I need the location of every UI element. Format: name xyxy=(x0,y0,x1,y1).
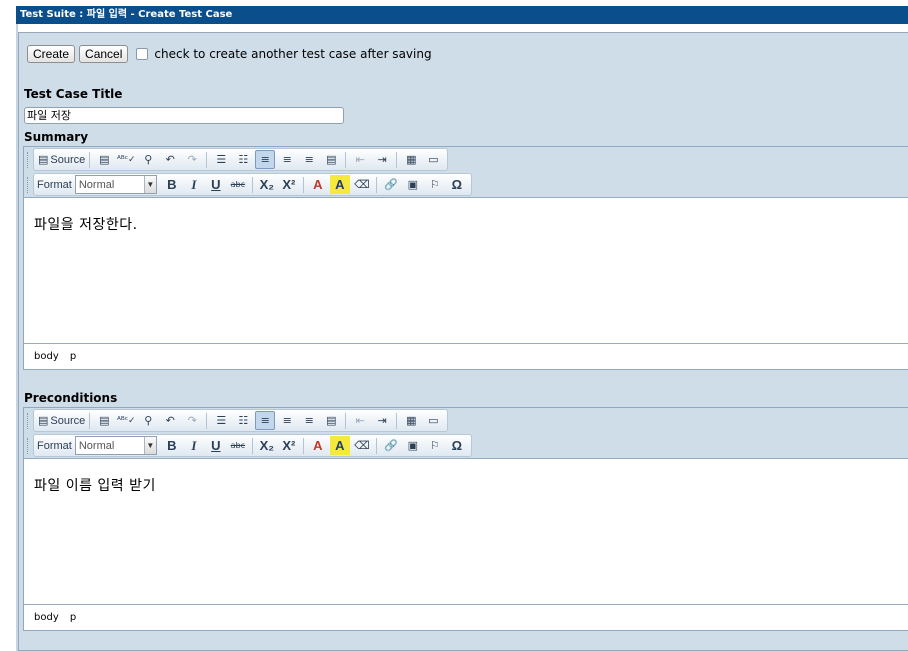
undo-icon[interactable]: ↶ xyxy=(160,150,180,169)
subscript-icon[interactable]: X₂ xyxy=(257,436,277,455)
templates-icon[interactable]: ▤ xyxy=(94,150,114,169)
toolbar-grip xyxy=(27,412,30,429)
horizontal-rule-icon[interactable]: ▭ xyxy=(423,150,443,169)
table-icon[interactable]: ▦ xyxy=(401,150,421,169)
editor-toolbar-row-2: Format Normal ▼ B I U abc X₂ X² A A ⌫ 🔗 … xyxy=(24,433,908,458)
eraser-icon[interactable]: ⌫ xyxy=(352,175,372,194)
page-container: Create Cancel check to create another te… xyxy=(16,24,908,651)
path-body[interactable]: body xyxy=(34,612,59,623)
toolbar-group: ▤ Source ▤ ᴬᴮᶜ✓ ⚲ ↶ ↷ ☰ ☷ ≡ ≡ ≡ ▤ ⇤ ⇥ ▦ … xyxy=(33,409,449,432)
source-icon[interactable]: ▤ Source xyxy=(38,150,85,169)
format-label: Format xyxy=(37,178,72,191)
chevron-down-icon: ▼ xyxy=(143,437,156,454)
summary-label: Summary xyxy=(24,130,89,144)
align-center-icon[interactable]: ≡ xyxy=(277,411,297,430)
strikethrough-icon[interactable]: abc xyxy=(228,436,248,455)
format-label: Format xyxy=(37,439,72,452)
source-icon[interactable]: ▤ Source xyxy=(38,411,85,430)
image-icon[interactable]: ▣ xyxy=(403,436,423,455)
summary-content[interactable]: 파일을 저장한다. xyxy=(24,197,908,343)
find-icon[interactable]: ⚲ xyxy=(138,411,158,430)
indent-icon[interactable]: ⇥ xyxy=(372,411,392,430)
toolbar-grip xyxy=(27,437,30,454)
find-icon[interactable]: ⚲ xyxy=(138,150,158,169)
bold-icon[interactable]: B xyxy=(162,175,182,194)
superscript-icon[interactable]: X² xyxy=(279,175,299,194)
undo-icon[interactable]: ↶ xyxy=(160,411,180,430)
summary-editor: ▤ Source ▤ ᴬᴮᶜ✓ ⚲ ↶ ↷ ☰ ☷ ≡ ≡ ≡ ▤ ⇤ ⇥ ▦ … xyxy=(23,146,908,370)
numbered-list-icon[interactable]: ☰ xyxy=(211,411,231,430)
align-left-icon[interactable]: ≡ xyxy=(255,411,276,430)
justify-icon[interactable]: ▤ xyxy=(321,150,341,169)
redo-icon[interactable]: ↷ xyxy=(182,150,202,169)
cancel-button[interactable]: Cancel xyxy=(79,45,129,63)
subscript-icon[interactable]: X₂ xyxy=(257,175,277,194)
redo-icon[interactable]: ↷ xyxy=(182,411,202,430)
outdent-icon[interactable]: ⇤ xyxy=(350,150,370,169)
editor-toolbar-row-2: Format Normal ▼ B I U abc X₂ X² A A ⌫ 🔗 … xyxy=(24,172,908,197)
text-color-icon[interactable]: A xyxy=(308,436,328,455)
path-p[interactable]: p xyxy=(70,351,76,362)
italic-icon[interactable]: I xyxy=(184,436,204,455)
preconditions-content[interactable]: 파일 이름 입력 받기 xyxy=(24,458,908,604)
chevron-down-icon: ▼ xyxy=(143,176,156,193)
path-p[interactable]: p xyxy=(70,612,76,623)
toolbar-grip xyxy=(27,151,30,168)
editor-toolbar-row-1: ▤ Source ▤ ᴬᴮᶜ✓ ⚲ ↶ ↷ ☰ ☷ ≡ ≡ ≡ ▤ ⇤ ⇥ ▦ … xyxy=(24,408,908,433)
table-icon[interactable]: ▦ xyxy=(401,411,421,430)
link-icon[interactable]: 🔗 xyxy=(381,436,401,455)
element-path: body p xyxy=(24,604,908,630)
toolbar-grip xyxy=(27,176,30,193)
templates-icon[interactable]: ▤ xyxy=(94,411,114,430)
path-body[interactable]: body xyxy=(34,351,59,362)
title-label: Test Case Title xyxy=(24,87,123,101)
create-another-checkbox[interactable] xyxy=(136,48,149,60)
bulleted-list-icon[interactable]: ☷ xyxy=(233,411,253,430)
spellcheck-icon[interactable]: ᴬᴮᶜ✓ xyxy=(116,411,136,430)
create-another-label: check to create another test case after … xyxy=(154,47,432,61)
align-right-icon[interactable]: ≡ xyxy=(299,150,319,169)
bold-icon[interactable]: B xyxy=(162,436,182,455)
toolbar-group: Format Normal ▼ B I U abc X₂ X² A A ⌫ 🔗 … xyxy=(33,434,472,457)
underline-icon[interactable]: U xyxy=(206,175,226,194)
action-bar: Create Cancel check to create another te… xyxy=(27,44,432,64)
align-center-icon[interactable]: ≡ xyxy=(277,150,297,169)
omega-icon[interactable]: Ω xyxy=(447,436,467,455)
spellcheck-icon[interactable]: ᴬᴮᶜ✓ xyxy=(116,150,136,169)
toolbar-group: Format Normal ▼ B I U abc X₂ X² A A ⌫ 🔗 … xyxy=(33,173,472,196)
numbered-list-icon[interactable]: ☰ xyxy=(211,150,231,169)
create-test-case-form: Create Cancel check to create another te… xyxy=(18,32,908,651)
toolbar-group: ▤ Source ▤ ᴬᴮᶜ✓ ⚲ ↶ ↷ ☰ ☷ ≡ ≡ ≡ ▤ ⇤ ⇥ ▦ … xyxy=(33,148,449,171)
link-icon[interactable]: 🔗 xyxy=(381,175,401,194)
bulleted-list-icon[interactable]: ☷ xyxy=(233,150,253,169)
eraser-icon[interactable]: ⌫ xyxy=(352,436,372,455)
omega-icon[interactable]: Ω xyxy=(447,175,467,194)
window-title: Test Suite : 파일 입력 - Create Test Case xyxy=(16,6,908,24)
underline-icon[interactable]: U xyxy=(206,436,226,455)
background-color-icon[interactable]: A xyxy=(329,436,350,455)
outdent-icon[interactable]: ⇤ xyxy=(350,411,370,430)
preconditions-editor: ▤ Source ▤ ᴬᴮᶜ✓ ⚲ ↶ ↷ ☰ ☷ ≡ ≡ ≡ ▤ ⇤ ⇥ ▦ … xyxy=(23,407,908,631)
format-select[interactable]: Normal ▼ xyxy=(74,175,157,194)
format-select[interactable]: Normal ▼ xyxy=(74,436,157,455)
test-case-title-input[interactable]: 파일 저장 xyxy=(24,107,344,124)
indent-icon[interactable]: ⇥ xyxy=(372,150,392,169)
flag-icon[interactable]: ⚐ xyxy=(425,436,445,455)
element-path: body p xyxy=(24,343,908,369)
preconditions-label: Preconditions xyxy=(24,391,118,405)
image-icon[interactable]: ▣ xyxy=(403,175,423,194)
strikethrough-icon[interactable]: abc xyxy=(228,175,248,194)
horizontal-rule-icon[interactable]: ▭ xyxy=(423,411,443,430)
flag-icon[interactable]: ⚐ xyxy=(425,175,445,194)
text-color-icon[interactable]: A xyxy=(308,175,328,194)
italic-icon[interactable]: I xyxy=(184,175,204,194)
create-button[interactable]: Create xyxy=(27,45,76,63)
background-color-icon[interactable]: A xyxy=(329,175,350,194)
align-right-icon[interactable]: ≡ xyxy=(299,411,319,430)
justify-icon[interactable]: ▤ xyxy=(321,411,341,430)
align-left-icon[interactable]: ≡ xyxy=(255,150,276,169)
superscript-icon[interactable]: X² xyxy=(279,436,299,455)
editor-toolbar-row-1: ▤ Source ▤ ᴬᴮᶜ✓ ⚲ ↶ ↷ ☰ ☷ ≡ ≡ ≡ ▤ ⇤ ⇥ ▦ … xyxy=(24,147,908,172)
